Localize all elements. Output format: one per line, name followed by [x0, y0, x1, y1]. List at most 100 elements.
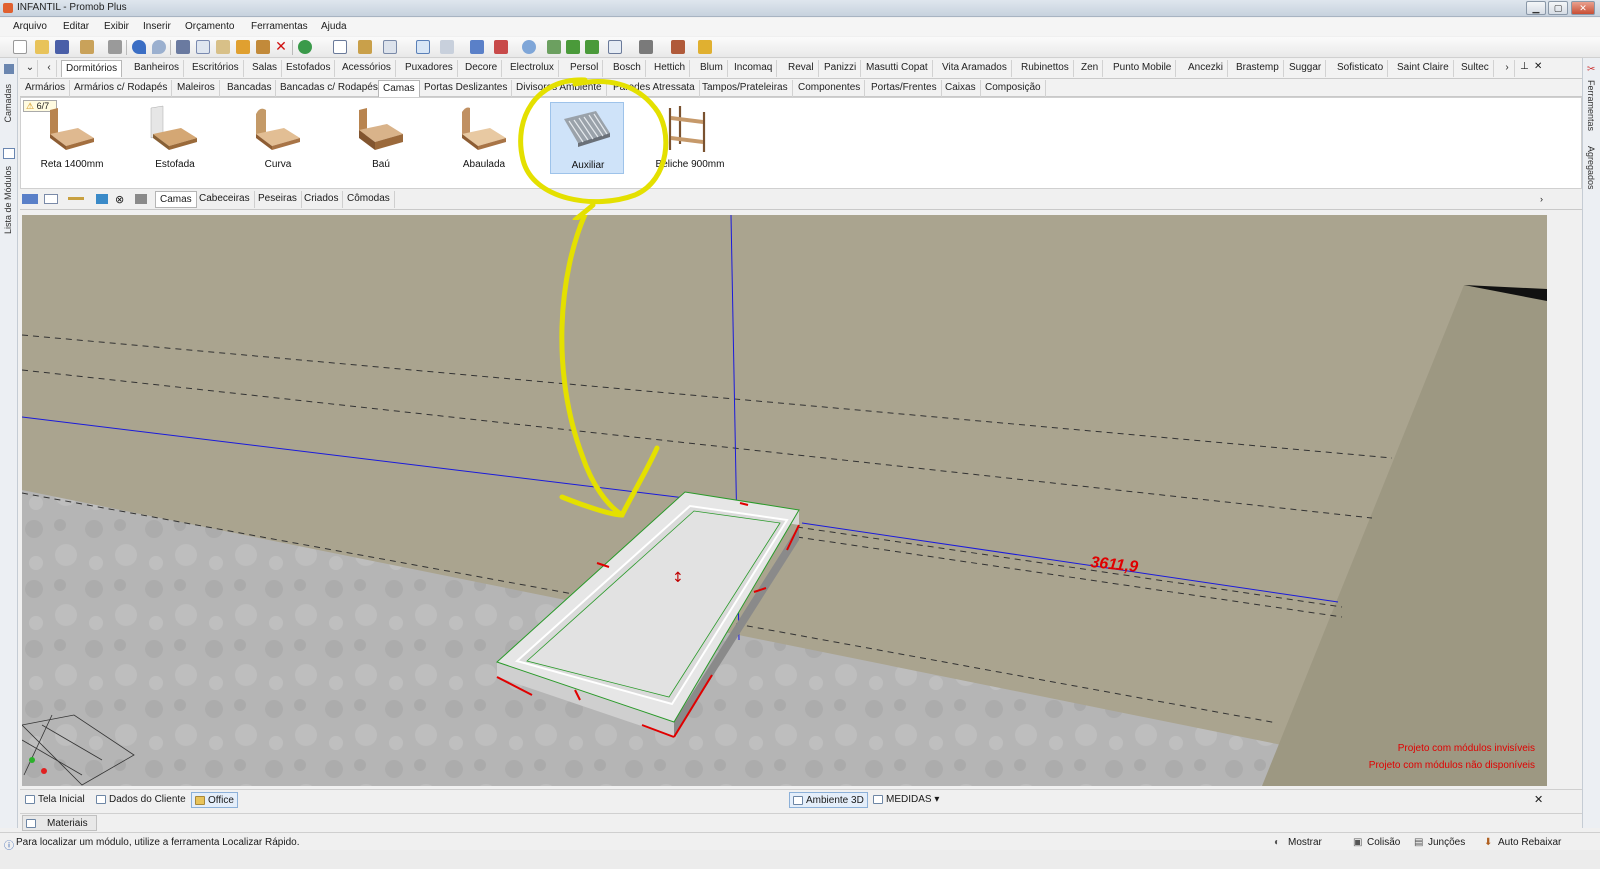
tab-rubinettos[interactable]: Rubinettos — [1017, 60, 1074, 77]
tab-masutti-copat[interactable]: Masutti Copat — [862, 60, 933, 77]
tab-ambiente-3d[interactable]: Ambiente 3D — [789, 792, 868, 808]
module-icon[interactable] — [494, 40, 508, 54]
tab-saint-claire[interactable]: Saint Claire — [1393, 60, 1454, 77]
tab-tela-inicial[interactable]: Tela Inicial — [22, 792, 88, 808]
view-eye-icon[interactable] — [522, 40, 536, 54]
tools-panel-tab[interactable]: Ferramentas — [1586, 80, 1596, 131]
library-item-bau[interactable]: Baú — [344, 102, 418, 174]
pin-panel-icon[interactable]: ⊥ — [1520, 61, 1529, 72]
subtab-armarios[interactable]: Armários — [21, 80, 71, 97]
close-panel-icon[interactable]: ✕ — [1534, 61, 1542, 72]
tab-office[interactable]: Office — [191, 792, 238, 808]
subtab-caixas[interactable]: Caixas — [941, 80, 981, 97]
viewport-3d[interactable]: ↕ 3611,9 Projeto com módulos invisíveis … — [22, 215, 1547, 786]
menu-ajuda[interactable]: Ajuda — [321, 21, 347, 32]
tab-medidas[interactable]: MEDIDAS ▾ — [870, 792, 942, 808]
subtab-armarios-rodapes[interactable]: Armários c/ Rodapés — [70, 80, 173, 97]
aggregates-panel-tab[interactable]: Agregados — [1586, 146, 1596, 190]
cube-icon[interactable] — [639, 40, 653, 54]
filter-icon[interactable] — [44, 194, 58, 204]
tab-ancezki[interactable]: Ancezki — [1184, 60, 1229, 77]
grid-icon[interactable] — [333, 40, 347, 54]
subtab-portas-frentes[interactable]: Portas/Frentes — [867, 80, 942, 97]
tab-sofisticato[interactable]: Sofisticato — [1333, 60, 1389, 77]
shield-icon[interactable] — [470, 40, 484, 54]
print-icon[interactable] — [108, 40, 122, 54]
tab-materiais[interactable]: Materiais — [22, 815, 97, 831]
auto-rebaixar-toggle[interactable]: Auto Rebaixar — [1498, 837, 1561, 848]
menu-editar[interactable]: Editar — [63, 21, 89, 32]
subtab-peseiras[interactable]: Peseiras — [254, 191, 302, 208]
tab-vita-aramados[interactable]: Vita Aramados — [938, 60, 1012, 77]
tab-zen[interactable]: Zen — [1077, 60, 1104, 77]
rotate-icon[interactable] — [547, 40, 561, 54]
library-item-estofada[interactable]: Estofada — [138, 102, 212, 174]
subtab-bancadas-rodapes[interactable]: Bancadas c/ Rodapés — [276, 80, 383, 97]
maximize-button[interactable]: ▢ — [1548, 1, 1568, 15]
tab-incomaq[interactable]: Incomaq — [730, 60, 778, 77]
tab-banheiros[interactable]: Banheiros — [130, 60, 185, 77]
tab-puxadores[interactable]: Puxadores — [401, 60, 458, 77]
paste-icon[interactable] — [216, 40, 230, 54]
import-icon[interactable] — [96, 194, 108, 204]
library-item-reta[interactable]: Reta 1400mm — [35, 102, 109, 174]
subtab-bancadas[interactable]: Bancadas — [223, 80, 277, 97]
subtab-portas-deslizantes[interactable]: Portas Deslizantes — [420, 80, 513, 97]
format-icon[interactable] — [256, 40, 270, 54]
delete-icon[interactable]: ✕ — [274, 39, 288, 54]
tab-salas[interactable]: Salas — [248, 60, 283, 77]
tab-dados-cliente[interactable]: Dados do Cliente — [93, 792, 189, 808]
minimize-button[interactable]: ▁ — [1526, 1, 1546, 15]
subtab-criados[interactable]: Criados — [300, 191, 344, 208]
tab-acessorios[interactable]: Acessórios — [338, 60, 396, 77]
lasso-icon[interactable] — [383, 40, 397, 54]
arrow-right-icon[interactable] — [585, 40, 599, 54]
tab-reval[interactable]: Reval — [784, 60, 819, 77]
tab-list-dropdown[interactable]: ⌄ — [23, 60, 38, 77]
undo-icon[interactable] — [132, 40, 146, 54]
subtab-camas[interactable]: Camas — [378, 80, 420, 97]
module-list-icon[interactable] — [3, 148, 15, 159]
tab-sultec[interactable]: Sultec — [1457, 60, 1494, 77]
tab-decore[interactable]: Decore — [461, 60, 503, 77]
line-style-icon[interactable] — [68, 197, 84, 200]
align-icon[interactable] — [440, 40, 454, 54]
close-button[interactable]: ✕ — [1571, 1, 1595, 15]
mostrar-button[interactable]: Mostrar — [1288, 837, 1322, 848]
tab-scroll-right[interactable]: › — [1500, 60, 1515, 77]
subtab-composicao[interactable]: Composição — [981, 80, 1046, 97]
close-tab-button[interactable]: ✕ — [1534, 793, 1543, 806]
paint-icon[interactable] — [236, 40, 250, 54]
magic-icon[interactable] — [698, 40, 712, 54]
export-icon[interactable] — [80, 40, 94, 54]
subtab-componentes[interactable]: Componentes — [794, 80, 866, 97]
render-icon[interactable] — [671, 40, 685, 54]
binoculars-icon[interactable]: ⊗ — [115, 193, 124, 206]
menu-inserir[interactable]: Inserir — [143, 21, 171, 32]
cut-icon[interactable] — [176, 40, 190, 54]
copy-icon[interactable] — [196, 40, 210, 54]
save-icon[interactable] — [55, 40, 69, 54]
tab-punto-mobile[interactable]: Punto Mobile — [1109, 60, 1177, 77]
pin-icon[interactable] — [4, 64, 14, 74]
tab-blum[interactable]: Blum — [696, 60, 728, 77]
juncoes-toggle[interactable]: Junções — [1428, 837, 1465, 848]
group-icon[interactable] — [358, 40, 372, 54]
colisao-toggle[interactable]: Colisão — [1367, 837, 1400, 848]
subtab-module-camas[interactable]: Camas — [155, 191, 197, 208]
tab-brastemp[interactable]: Brastemp — [1232, 60, 1284, 77]
tab-panizzi[interactable]: Panizzi — [820, 60, 862, 77]
view-mode-icon[interactable] — [22, 194, 38, 204]
menu-arquivo[interactable]: Arquivo — [13, 21, 47, 32]
subtab-tampos-prateleiras[interactable]: Tampos/Prateleiras — [698, 80, 793, 97]
select-arrow-icon[interactable] — [416, 40, 430, 54]
tab-scroll-left[interactable]: ‹ — [42, 60, 57, 77]
layers-panel-tab[interactable]: Camadas — [3, 84, 13, 123]
tab-suggar[interactable]: Suggar — [1285, 60, 1327, 77]
subtab-maleiros[interactable]: Maleiros — [173, 80, 220, 97]
catalog-icon[interactable] — [135, 194, 147, 204]
redo-icon[interactable] — [152, 40, 166, 54]
module-scroll-right[interactable]: › — [1540, 194, 1543, 204]
new-file-icon[interactable] — [13, 40, 27, 54]
refresh-icon[interactable] — [298, 40, 312, 54]
